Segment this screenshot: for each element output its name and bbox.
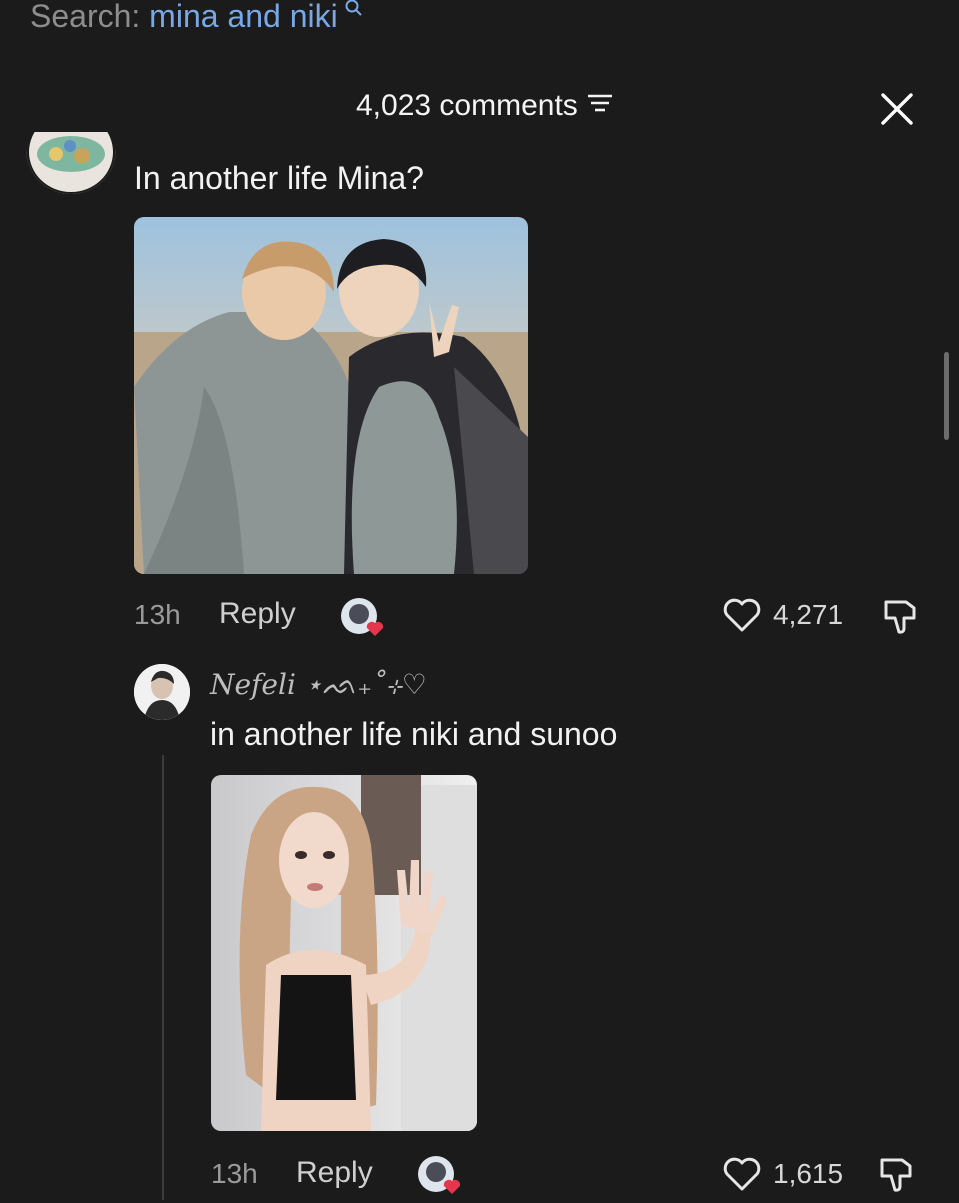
search-prefix: Search: — [30, 0, 150, 34]
heart-icon[interactable] — [722, 596, 762, 639]
comment-text: in another life niki and sunoo — [210, 716, 618, 752]
avatar[interactable] — [134, 664, 190, 720]
comment-text: In another life Mina? — [134, 160, 424, 196]
username[interactable]: Nefeli ⋆ᨒ₊˚⊹♡ — [210, 668, 427, 702]
search-icon[interactable] — [338, 0, 364, 23]
search-bar[interactable]: Search: mina and niki — [30, 0, 364, 35]
reply-button[interactable]: Reply — [296, 1156, 373, 1190]
creator-liked-icon — [416, 1154, 461, 1198]
reply-button[interactable]: Reply — [219, 597, 296, 631]
dislike-icon[interactable] — [876, 1154, 918, 1199]
comment-photo[interactable] — [211, 775, 477, 1131]
search-query[interactable]: mina and niki — [149, 0, 338, 34]
close-icon[interactable] — [880, 92, 914, 126]
dislike-icon[interactable] — [880, 596, 922, 641]
avatar[interactable] — [26, 132, 116, 194]
like-count: 4,271 — [773, 599, 844, 630]
heart-icon[interactable] — [722, 1155, 762, 1198]
comment-time: 13h — [134, 599, 181, 630]
comment-photo[interactable] — [134, 217, 528, 574]
comment-time: 13h — [211, 1158, 258, 1189]
thread-line — [162, 755, 164, 1200]
comments-count: 4,023 comments — [356, 89, 578, 122]
like-count: 1,615 — [773, 1158, 844, 1189]
scrollbar[interactable] — [944, 352, 949, 440]
creator-liked-icon — [339, 596, 384, 640]
comments-header: 4,023 comments — [356, 89, 614, 123]
sort-icon[interactable] — [586, 89, 614, 123]
